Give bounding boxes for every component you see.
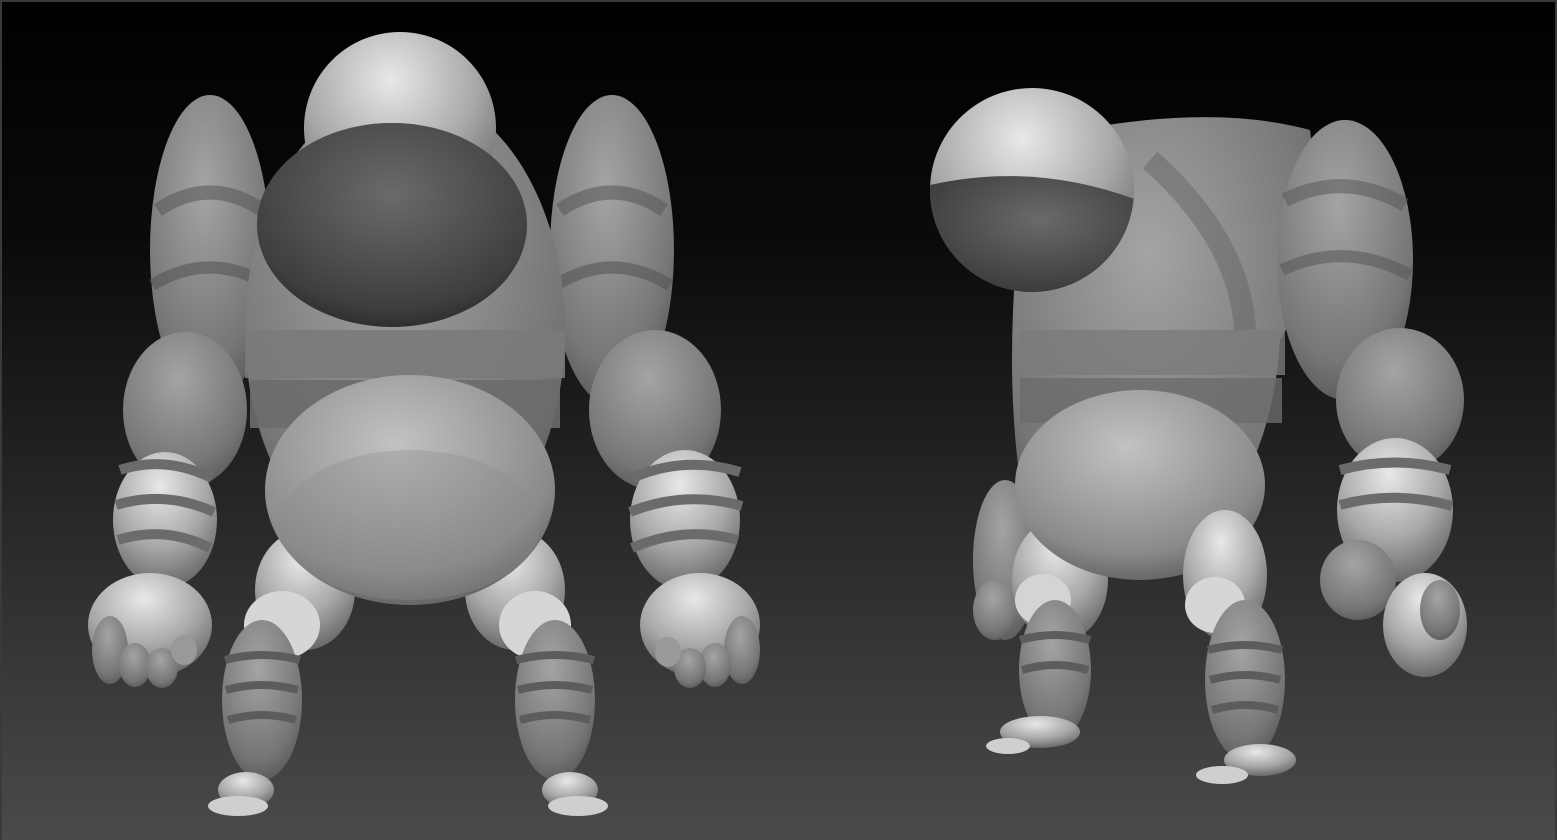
- viewport-frame-top: [0, 0, 1557, 2]
- 3d-viewport-canvas[interactable]: [0, 0, 1557, 840]
- viewport-render[interactable]: [0, 0, 1557, 840]
- viewport-frame-left: [0, 0, 2, 840]
